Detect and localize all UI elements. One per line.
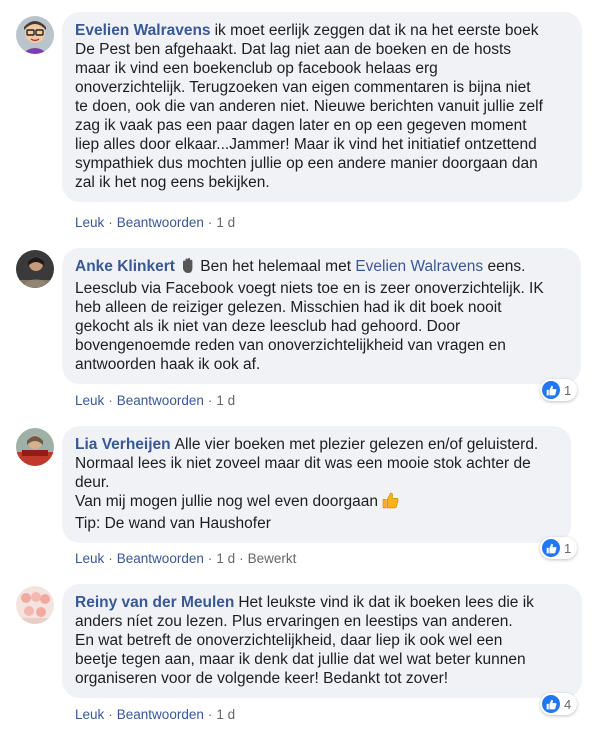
separator: · bbox=[207, 551, 213, 566]
comment-actions: Leuk · Beantwoorden · 1 d bbox=[75, 393, 235, 408]
like-reaction-icon bbox=[542, 695, 560, 713]
comment-text: Normaal lees ik niet zoveel maar dit was… bbox=[75, 455, 531, 472]
comment-text: gekocht als ik niet van deze leesclub ha… bbox=[75, 318, 461, 335]
comment-text: Ben het helemaal met bbox=[200, 258, 352, 275]
comment-bubble: Evelien Walravens ik moet eerlijk zeggen … bbox=[62, 12, 582, 202]
comment-text: bovengenoemde reden van onoverzichtelijk… bbox=[75, 337, 506, 354]
comment-text: eens. bbox=[487, 258, 526, 275]
separator: · bbox=[108, 215, 113, 230]
separator: · bbox=[108, 393, 113, 408]
comment-author[interactable]: Anke Klinkert bbox=[75, 258, 175, 275]
timestamp[interactable]: 1 d bbox=[216, 707, 235, 722]
reaction-number: 1 bbox=[564, 540, 572, 556]
separator: · bbox=[207, 707, 213, 722]
separator: · bbox=[108, 707, 113, 722]
timestamp[interactable]: 1 d bbox=[216, 215, 235, 230]
comment-text: ik moet eerlijk zeggen dat ik na het eer… bbox=[214, 22, 539, 39]
comment-text: te doen, ook die van anderen niet. Nieuw… bbox=[75, 98, 543, 115]
comment-text: liep alles door elkaar...Jammer! Maar ik… bbox=[75, 136, 537, 153]
thumbs-up-emoji bbox=[382, 492, 399, 514]
comment-bubble: Reiny van der Meulen Het leukste vind ik … bbox=[62, 584, 582, 698]
like-link[interactable]: Leuk bbox=[75, 551, 104, 566]
like-link[interactable]: Leuk bbox=[75, 707, 104, 722]
comment-author[interactable]: Evelien Walravens bbox=[75, 22, 211, 39]
reaction-count[interactable]: 1 bbox=[540, 537, 578, 559]
comment-author[interactable]: Reiny van der Meulen bbox=[75, 594, 234, 611]
reply-link[interactable]: Beantwoorden bbox=[117, 393, 204, 408]
reply-link[interactable]: Beantwoorden bbox=[117, 551, 204, 566]
photo-avatar-icon bbox=[16, 428, 54, 466]
comment-actions: Leuk · Beantwoorden · 1 d · Bewerkt bbox=[75, 551, 296, 566]
comment-text: antwoorden haak ik ook af. bbox=[75, 356, 261, 373]
comment-text: En wat betreft de onoverzichtelijkheid, … bbox=[75, 632, 503, 649]
like-link[interactable]: Leuk bbox=[75, 393, 104, 408]
comment-text: heb alleen de reiziger gelezen. Misschie… bbox=[75, 299, 502, 316]
comment-text: Leesclub via Facebook voegt niets toe en… bbox=[75, 280, 544, 297]
comment-text: deur. bbox=[75, 474, 110, 491]
comment-text: anders níet zou lezen. Plus ervaringen e… bbox=[75, 613, 513, 630]
comment-text: sympathiek dus mochten jullie op een and… bbox=[75, 155, 538, 172]
timestamp[interactable]: 1 d bbox=[216, 393, 235, 408]
avatar[interactable] bbox=[16, 16, 54, 54]
comment-text: zal ik het nog eens bekijken. bbox=[75, 174, 270, 191]
comment-text: organiseren voor de volgende keer! Bedan… bbox=[75, 670, 449, 687]
comment-bubble: Anke Klinkert Ben het helemaal met Eveli… bbox=[62, 248, 581, 384]
mention-link[interactable]: Evelien Walravens bbox=[355, 258, 483, 275]
reaction-count[interactable]: 1 bbox=[540, 379, 578, 401]
avatar[interactable] bbox=[16, 586, 54, 624]
comment-text: beetje tegen aan, maar ik denk dat julli… bbox=[75, 651, 526, 668]
cartoon-avatar-icon bbox=[16, 16, 54, 54]
reaction-count[interactable]: 4 bbox=[540, 693, 578, 715]
comment-text: Tip: De wand van Haushofer bbox=[75, 515, 271, 532]
separator: · bbox=[207, 393, 213, 408]
comment-author[interactable]: Lia Verheijen bbox=[75, 436, 171, 453]
reaction-number: 4 bbox=[564, 696, 572, 712]
like-reaction-icon bbox=[542, 539, 560, 557]
separator: · bbox=[207, 215, 213, 230]
comment-text: onoverzichtelijk. Terugzoeken van eigen … bbox=[75, 79, 531, 96]
comment-text: Alle vier boeken met plezier gelezen en/… bbox=[174, 436, 539, 453]
separator: · bbox=[239, 551, 244, 566]
timestamp[interactable]: 1 d bbox=[216, 551, 235, 566]
reaction-number: 1 bbox=[564, 382, 572, 398]
avatar[interactable] bbox=[16, 250, 54, 288]
comment-text: zag ik vaak pas een paar dagen later en … bbox=[75, 117, 527, 134]
photo-avatar-icon bbox=[16, 250, 54, 288]
like-link[interactable]: Leuk bbox=[75, 215, 104, 230]
comment-actions: Leuk · Beantwoorden · 1 d bbox=[75, 707, 235, 722]
comment-text: Van mij mogen jullie nog wel even doorga… bbox=[75, 493, 379, 510]
comment-text: Het leukste vind ik dat ik boeken lees d… bbox=[238, 594, 534, 611]
separator: · bbox=[108, 551, 113, 566]
comment-text: maar ik vind een boekenclub op facebook … bbox=[75, 60, 438, 77]
waving-hand-icon bbox=[179, 257, 196, 279]
comment-text: De Pest ben afgehaakt. Dat lag niet aan … bbox=[75, 41, 512, 58]
photo-avatar-icon bbox=[16, 586, 54, 624]
comment-bubble: Lia Verheijen Alle vier boeken met plezie… bbox=[62, 426, 571, 543]
avatar[interactable] bbox=[16, 428, 54, 466]
reply-link[interactable]: Beantwoorden bbox=[117, 215, 204, 230]
edited-label[interactable]: Bewerkt bbox=[248, 551, 297, 566]
like-reaction-icon bbox=[542, 381, 560, 399]
reply-link[interactable]: Beantwoorden bbox=[117, 707, 204, 722]
comment-actions: Leuk · Beantwoorden · 1 d bbox=[75, 215, 235, 230]
